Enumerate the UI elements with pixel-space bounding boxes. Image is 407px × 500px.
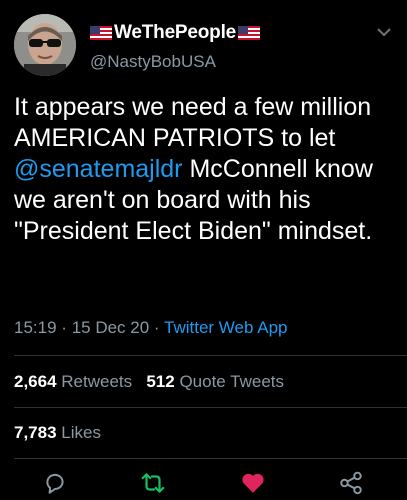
action-bar	[0, 465, 407, 500]
tweet-text-before: It appears we need a few million AMERICA…	[14, 93, 372, 152]
quotes-stat[interactable]: 512 Quote Tweets	[146, 372, 284, 391]
quotes-count: 512	[146, 372, 175, 391]
mention-link[interactable]: @senatemajldr	[14, 155, 183, 183]
retweets-label: Retweets	[61, 372, 133, 391]
retweets-stat[interactable]: 2,664 Retweets	[14, 372, 132, 391]
tweet-header: WeThePeople @NastyBobUSA	[0, 0, 407, 90]
tweet-meta: 15:19 · 15 Dec 20 · Twitter Web App	[14, 318, 287, 338]
share-icon[interactable]	[338, 470, 364, 496]
us-flag-icon	[238, 26, 261, 40]
meta-separator: ·	[153, 318, 160, 337]
engagement-stats: 2,664 Retweets 512 Quote Tweets	[14, 372, 284, 392]
retweets-count: 2,664	[14, 372, 57, 391]
tweet-text: It appears we need a few million AMERICA…	[14, 92, 399, 247]
like-icon[interactable]	[240, 470, 266, 496]
avatar[interactable]	[14, 14, 76, 76]
avatar-photo	[14, 14, 76, 76]
display-name-row[interactable]: WeThePeople	[90, 20, 261, 46]
quotes-label: Quote Tweets	[179, 372, 285, 391]
likes-label: Likes	[61, 423, 101, 442]
likes-count: 7,783	[14, 423, 57, 442]
meta-separator: ·	[61, 318, 67, 337]
divider	[14, 458, 407, 459]
tweet-source[interactable]: Twitter Web App	[164, 318, 287, 337]
tweet-time[interactable]: 15:19	[14, 318, 57, 337]
display-name: WeThePeople	[114, 22, 237, 43]
divider	[14, 355, 407, 356]
divider	[14, 407, 407, 408]
user-handle[interactable]: @NastyBobUSA	[90, 52, 216, 72]
tweet-date[interactable]: 15 Dec 20	[72, 318, 150, 337]
likes-stat[interactable]: 7,783 Likes	[14, 423, 101, 443]
reply-icon[interactable]	[42, 470, 68, 496]
retweet-icon[interactable]	[140, 470, 166, 496]
chevron-down-icon[interactable]	[375, 26, 393, 38]
us-flag-icon	[90, 26, 112, 40]
